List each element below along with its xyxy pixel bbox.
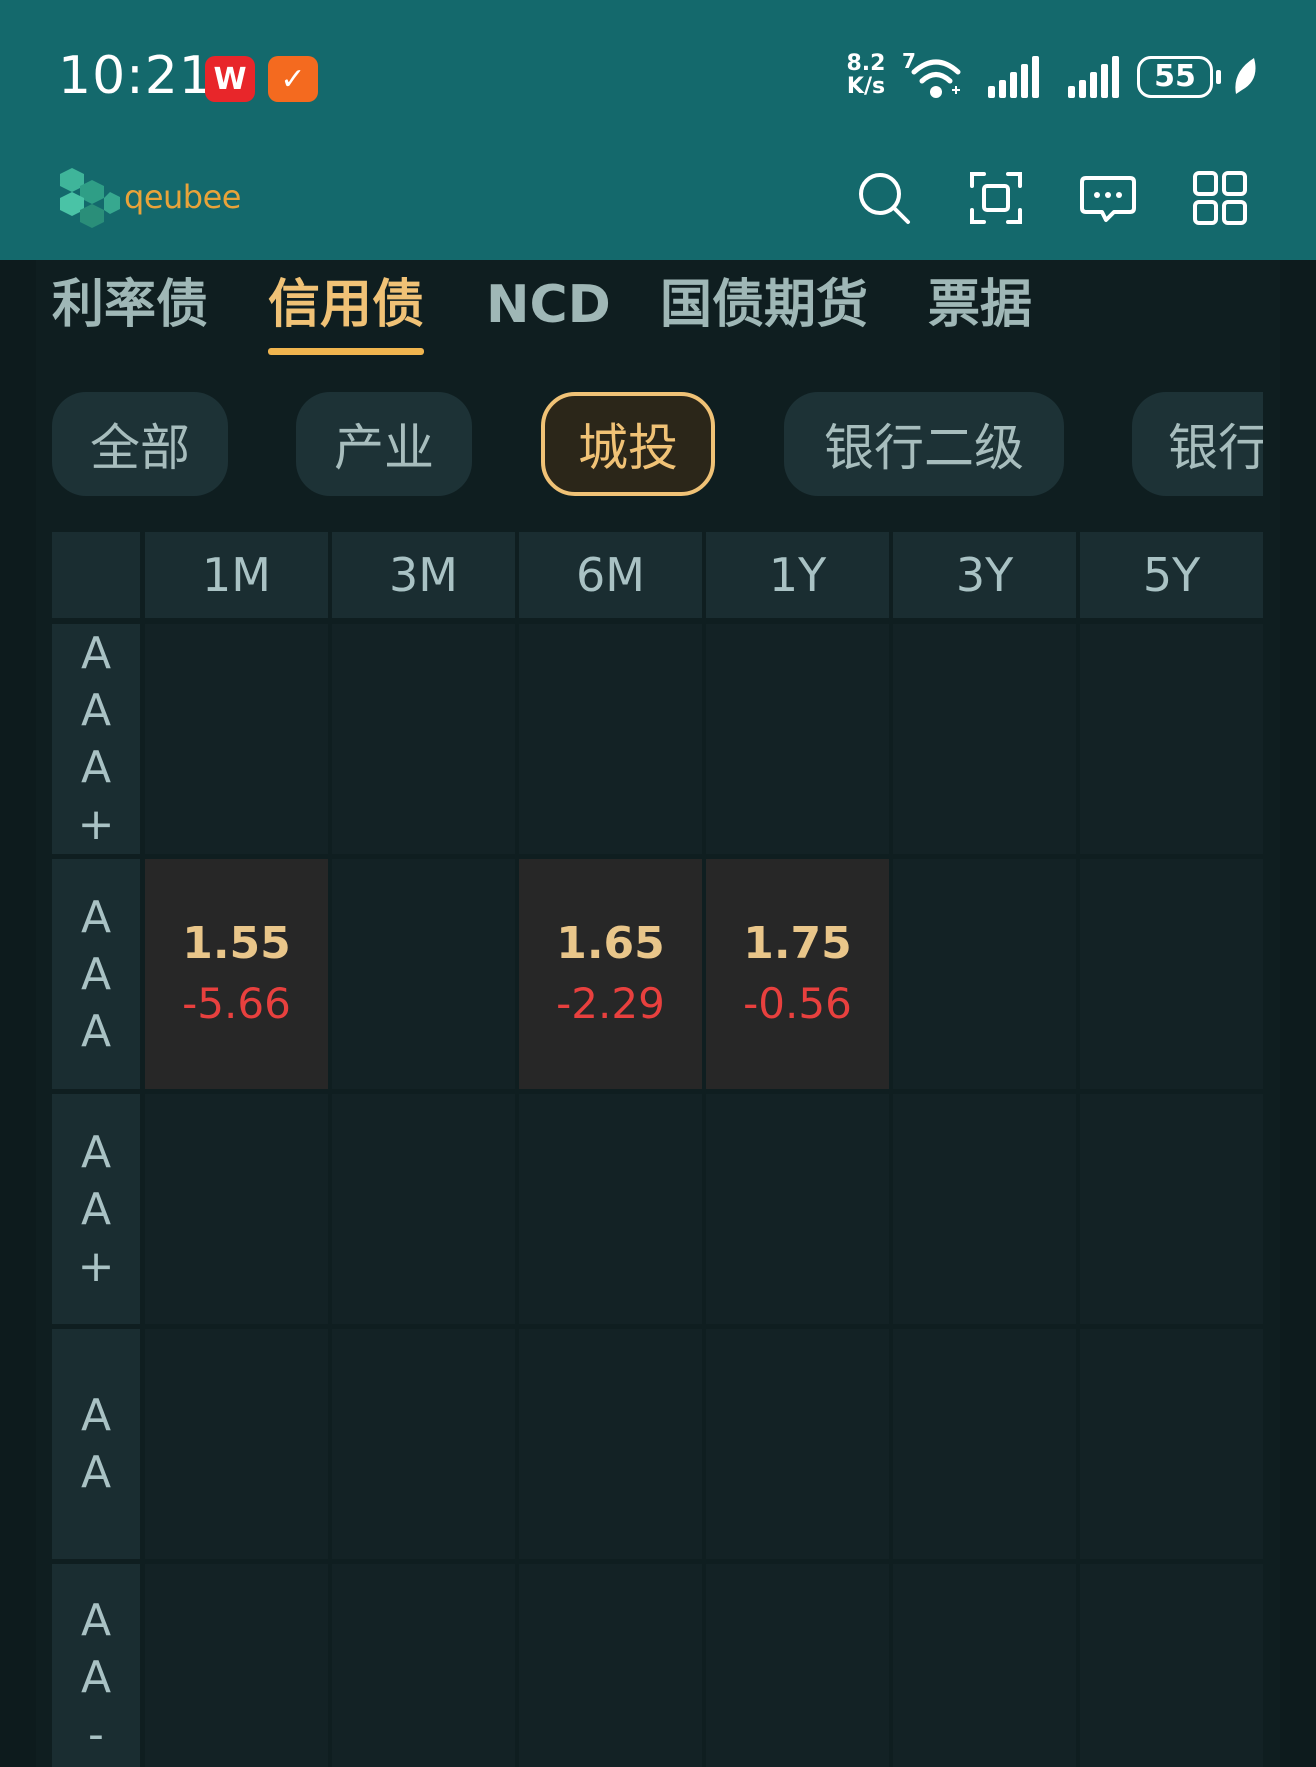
grid-cell[interactable] [145, 1094, 328, 1324]
grid-cell[interactable] [332, 624, 515, 854]
rating-char: A [80, 1652, 112, 1703]
row-header-aa: A A [52, 1329, 140, 1559]
grid-cell[interactable] [332, 1329, 515, 1559]
grid-cell[interactable] [332, 859, 515, 1089]
grid-cell[interactable] [519, 1094, 702, 1324]
logo-text: qeubee [124, 178, 241, 216]
filter-bank-clip: 银行 [1132, 392, 1263, 496]
grid-cell-filled[interactable]: 1.65 -2.29 [519, 859, 702, 1089]
row-header-aa-minus: A A - [52, 1564, 140, 1767]
grid-cell[interactable] [1080, 1564, 1263, 1767]
yield-value: 1.65 [556, 918, 665, 969]
grid-cell[interactable] [1080, 859, 1263, 1089]
status-time: 10:21 [58, 46, 213, 106]
column-header[interactable]: 6M [519, 532, 702, 618]
yield-value: 1.75 [743, 918, 852, 969]
grid-cell[interactable] [332, 1094, 515, 1324]
grid-cell[interactable] [519, 1329, 702, 1559]
power-saving-leaf-icon [1235, 58, 1256, 94]
filter-urban-investment[interactable]: 城投 [541, 392, 715, 496]
grid-corner [52, 532, 140, 618]
tab-credit-bonds[interactable]: 信用债 [268, 270, 424, 340]
apps-grid-icon[interactable] [1192, 170, 1248, 226]
task-app-icon: ✓ [268, 56, 318, 102]
tab-bills[interactable]: 票据 [928, 270, 1032, 340]
rating-char: A [80, 1447, 112, 1498]
grid-cell[interactable] [706, 1329, 889, 1559]
signal-icon-2 [1068, 56, 1119, 98]
grid-cell[interactable] [519, 624, 702, 854]
yield-change: -0.56 [743, 979, 852, 1028]
tab-ncd[interactable]: NCD [486, 270, 611, 340]
row-header-aaa-plus: A A A + [52, 624, 140, 854]
grid-cell[interactable] [1080, 1094, 1263, 1324]
rating-char: A [80, 1183, 112, 1235]
rating-char: A [80, 1595, 112, 1646]
grid-cell[interactable] [145, 1329, 328, 1559]
filter-bank-tier2[interactable]: 银行二级 [784, 392, 1064, 496]
grid-cell[interactable] [706, 1564, 889, 1767]
filter-industrial[interactable]: 产业 [296, 392, 472, 496]
yield-change: -5.66 [182, 979, 291, 1028]
column-header[interactable]: 3M [332, 532, 515, 618]
grid-cell[interactable] [1080, 1329, 1263, 1559]
grid-cell[interactable] [893, 1564, 1076, 1767]
message-icon[interactable] [1080, 170, 1136, 226]
active-tab-indicator [268, 348, 424, 355]
rating-char: A [80, 1390, 112, 1441]
tab-treasury-futures[interactable]: 国债期货 [660, 270, 868, 340]
grid-cell[interactable] [145, 624, 328, 854]
rating-char: - [88, 1709, 104, 1760]
grid-cell-filled[interactable]: 1.75 -0.56 [706, 859, 889, 1089]
network-speed: 8.2 K/s [842, 52, 890, 98]
tab-rate-bonds[interactable]: 利率债 [52, 270, 208, 340]
rating-char: + [77, 799, 115, 850]
grid-cell[interactable] [332, 1564, 515, 1767]
rating-char: A [80, 628, 112, 679]
column-header[interactable]: 1M [145, 532, 328, 618]
grid-cell[interactable] [706, 1094, 889, 1324]
scan-icon[interactable] [968, 170, 1024, 226]
rating-char: + [77, 1240, 115, 1292]
network-speed-unit: K/s [846, 74, 886, 99]
battery-tip [1216, 70, 1221, 84]
rating-char: A [80, 685, 112, 736]
yield-value: 1.55 [182, 918, 291, 969]
wps-app-icon: W [205, 56, 255, 102]
column-header[interactable]: 3Y [893, 532, 1076, 618]
yield-change: -2.29 [556, 979, 665, 1028]
wifi-icon: 7 [902, 50, 961, 98]
rating-char: A [80, 948, 112, 1000]
row-header-aa-plus: A A + [52, 1094, 140, 1324]
signal-icon [988, 56, 1039, 98]
column-header[interactable]: 1Y [706, 532, 889, 618]
grid-cell[interactable] [893, 859, 1076, 1089]
grid-cell[interactable] [145, 1564, 328, 1767]
rating-char: A [80, 891, 112, 943]
row-header-aaa: A A A [52, 859, 140, 1089]
search-icon[interactable] [856, 170, 912, 226]
grid-cell[interactable] [706, 624, 889, 854]
yield-grid: 1M 3M 6M 1Y 3Y 5Y A A A + A A A 1.55 -5.… [52, 532, 1263, 1767]
network-speed-value: 8.2 [846, 51, 886, 76]
grid-cell[interactable] [1080, 624, 1263, 854]
battery-indicator: 55 [1137, 56, 1213, 98]
grid-cell[interactable] [893, 1329, 1076, 1559]
filter-all[interactable]: 全部 [52, 392, 228, 496]
rating-char: A [80, 1126, 112, 1178]
filter-bank[interactable]: 银行 [1132, 392, 1263, 496]
rating-char: A [80, 742, 112, 793]
grid-cell-filled[interactable]: 1.55 -5.66 [145, 859, 328, 1089]
grid-cell[interactable] [893, 624, 1076, 854]
rating-char: A [80, 1005, 112, 1057]
column-header[interactable]: 5Y [1080, 532, 1263, 618]
grid-cell[interactable] [519, 1564, 702, 1767]
grid-cell[interactable] [893, 1094, 1076, 1324]
qeubee-logo-icon [60, 168, 120, 228]
